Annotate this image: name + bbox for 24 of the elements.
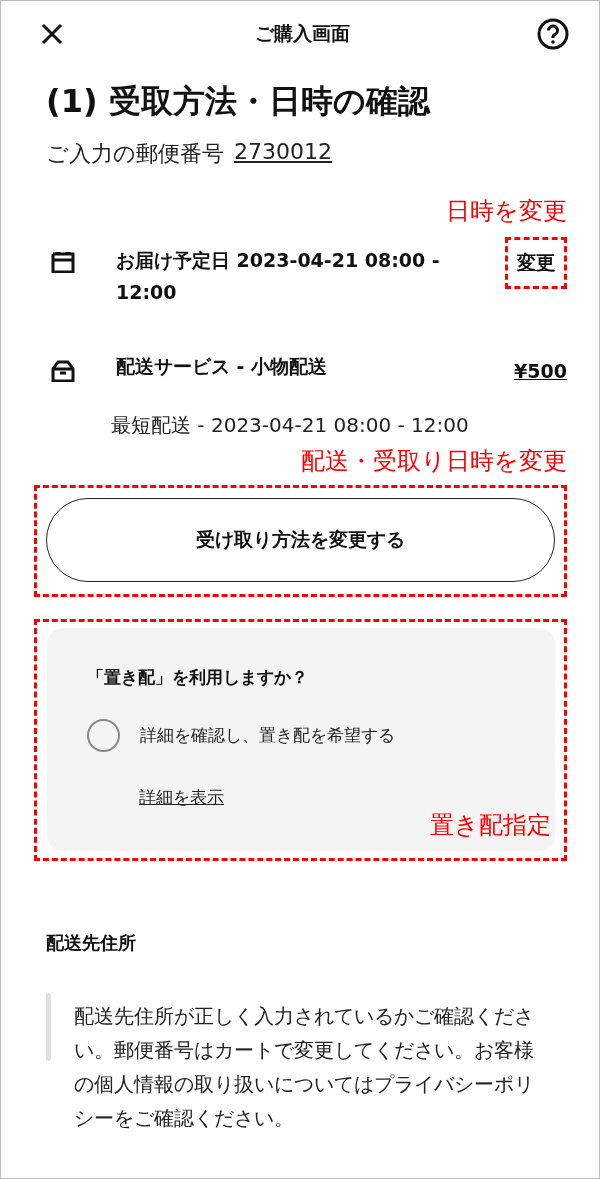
change-method-button[interactable]: 受け取り方法を変更する: [46, 498, 555, 582]
help-icon: [537, 18, 569, 50]
section-heading: 配送先住所: [46, 931, 137, 955]
annotation-label: 置き配指定: [430, 810, 551, 841]
okihai-question: 「置き配」を利用しますか？: [87, 666, 309, 689]
radio-button[interactable]: [87, 719, 120, 752]
shipping-price[interactable]: ¥500: [514, 360, 567, 382]
close-icon: [41, 23, 63, 45]
shipping-detail: 最短配送 - 2023-04-21 08:00 - 12:00: [111, 412, 470, 439]
page-heading: (1) 受取方法・日時の確認: [46, 81, 432, 122]
help-button[interactable]: [537, 18, 569, 50]
delivery-date: お届け予定日 2023-04-21 08:00 - 12:00: [116, 248, 441, 305]
address-note: 配送先住所が正しく入力されているかご確認ください。郵便番号はカートで変更してください。お客様の個人情報の取り扱いについてはプライバシーポリシーをご確認ください。: [74, 1003, 535, 1132]
shipping-service: 配送サービス - 小物配送: [116, 354, 329, 379]
radio-label: 詳細を確認し、置き配を希望する: [140, 724, 395, 747]
annotation-label: 日時を変更: [446, 196, 567, 227]
postal-code: 2730012: [234, 139, 332, 166]
box-icon: [51, 360, 75, 382]
screen-title: ご購入画面: [255, 21, 350, 46]
annotation-label: 配送・受取り日時を変更: [301, 446, 567, 477]
postal-code-label: ご入力の郵便番号: [46, 140, 224, 168]
calendar-icon: [51, 251, 75, 273]
details-link[interactable]: 詳細を表示: [139, 786, 224, 809]
change-link[interactable]: 変更: [517, 251, 555, 273]
